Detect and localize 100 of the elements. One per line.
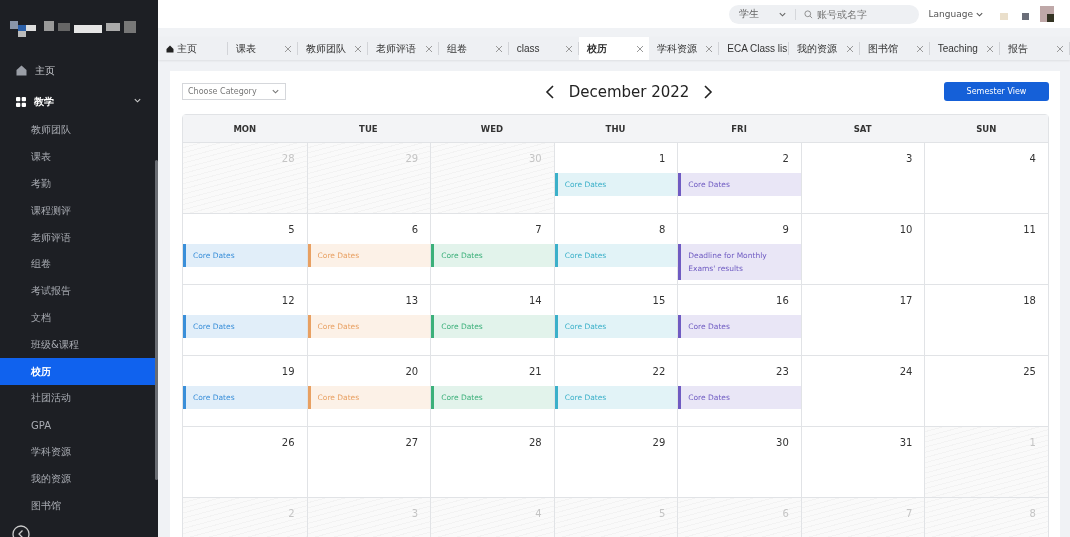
sidebar-item[interactable]: 课程测评: [0, 197, 158, 225]
day-number: 7: [535, 223, 543, 237]
day-number: 20: [405, 365, 420, 379]
search-icon: [803, 9, 813, 19]
day-number: 11: [1023, 223, 1037, 237]
close-icon[interactable]: [354, 44, 363, 53]
close-icon[interactable]: [705, 44, 714, 53]
close-icon[interactable]: [494, 44, 503, 53]
day-number: 23: [776, 365, 790, 379]
day-number: 31: [899, 436, 914, 450]
day-number: 21: [528, 365, 543, 379]
day-number: 13: [405, 294, 420, 308]
close-icon[interactable]: [985, 44, 994, 53]
home-icon: [166, 44, 174, 53]
sidebar-item[interactable]: 班级&课程: [0, 331, 158, 359]
chevron-down-icon: [271, 87, 280, 96]
day-number: 30: [776, 436, 790, 450]
day-number: 28: [528, 436, 543, 450]
day-number: 1: [658, 152, 667, 166]
day-number: 26: [281, 436, 296, 450]
tab[interactable]: 课表: [228, 42, 299, 55]
search-field[interactable]: 账号或名字: [795, 8, 919, 20]
tab[interactable]: Teaching: [929, 42, 1000, 55]
tab[interactable]: 我的资源: [789, 42, 860, 55]
day-number: 2: [782, 152, 790, 166]
close-icon[interactable]: [564, 44, 573, 53]
tab[interactable]: 报告: [999, 42, 1070, 55]
day-number: 6: [411, 223, 420, 237]
tab[interactable]: 老师评语: [368, 42, 439, 55]
weekday-header: WED: [479, 122, 505, 136]
sidebar-item[interactable]: 我的资源: [0, 465, 158, 493]
day-cell[interactable]: 3: [800, 143, 925, 213]
weekday-header: FRI: [730, 122, 748, 136]
close-icon[interactable]: [636, 44, 645, 53]
sidebar-item[interactable]: 老师评语: [0, 224, 158, 251]
sidebar-item[interactable]: 学科资源: [0, 438, 158, 466]
grid-icon: [16, 96, 26, 107]
day-number: 9: [782, 223, 790, 237]
day-cell[interactable]: 27: [306, 427, 431, 497]
day-cell[interactable]: 26: [183, 427, 307, 497]
day-number: 8: [658, 223, 667, 237]
day-cell[interactable]: 30: [677, 427, 801, 497]
weekday-header: SUN: [975, 122, 998, 136]
day-number: 18: [1023, 294, 1037, 308]
tab[interactable]: 学科资源: [649, 42, 720, 55]
semester-view-button[interactable]: Semester View: [944, 82, 1049, 101]
sidebar-item[interactable]: 考勤: [0, 170, 158, 198]
day-cell[interactable]: 29: [553, 427, 678, 497]
close-icon[interactable]: [845, 44, 854, 53]
close-icon[interactable]: [424, 44, 433, 53]
day-number: 22: [652, 365, 667, 379]
day-cell[interactable]: 17: [800, 285, 925, 355]
scrollbar[interactable]: [155, 160, 158, 480]
day-number: 25: [1023, 365, 1037, 379]
tab[interactable]: 校历: [578, 37, 650, 60]
sidebar-item[interactable]: 教师团队: [0, 117, 158, 144]
day-cell[interactable]: 18: [924, 285, 1048, 355]
tab[interactable]: 组卷: [438, 42, 509, 55]
sidebar-item[interactable]: 课表: [0, 143, 158, 171]
day-number: 10: [899, 223, 914, 237]
weekday-header: TUE: [358, 122, 379, 136]
day-cell[interactable]: 24: [800, 356, 925, 426]
close-icon[interactable]: [284, 44, 293, 53]
day-number: 16: [776, 294, 790, 308]
previous-month-icon[interactable]: [544, 84, 555, 99]
sidebar-item[interactable]: 校历: [0, 358, 158, 385]
day-cell[interactable]: 28: [430, 427, 554, 497]
sidebar-item[interactable]: GPA: [0, 411, 158, 439]
sidebar-item[interactable]: 社团活动: [0, 384, 158, 412]
category-select[interactable]: Choose Category: [182, 83, 286, 100]
month-title: December 2022: [568, 82, 690, 101]
next-month-icon[interactable]: [703, 84, 714, 99]
tab[interactable]: 图书馆: [859, 42, 930, 55]
role-select[interactable]: 学生: [728, 8, 796, 20]
close-icon[interactable]: [1056, 44, 1065, 53]
day-cell[interactable]: 11: [924, 214, 1048, 284]
tab[interactable]: ECA Class lis: [719, 42, 790, 55]
day-number: 27: [405, 436, 420, 450]
day-cell[interactable]: 25: [924, 356, 1048, 426]
day-number: 14: [528, 294, 543, 308]
sidebar-item[interactable]: 组卷: [0, 251, 158, 278]
tab[interactable]: 教师团队: [298, 42, 369, 55]
sidebar-group[interactable]: 教学: [0, 86, 158, 117]
day-number: 17: [899, 294, 914, 308]
day-cell[interactable]: 10: [800, 214, 925, 284]
day-number: 12: [281, 294, 296, 308]
close-icon[interactable]: [915, 44, 924, 53]
tab[interactable]: 主页: [158, 42, 229, 55]
day-number: 24: [899, 365, 914, 379]
sidebar-item[interactable]: 考试报告: [0, 277, 158, 305]
day-number: 15: [652, 294, 667, 308]
day-number: 29: [652, 436, 667, 450]
language-select[interactable]: Language: [928, 9, 984, 19]
weekday-header: THU: [604, 122, 627, 136]
day-cell[interactable]: 4: [924, 143, 1048, 213]
sidebar-item[interactable]: 文档: [0, 304, 158, 332]
sidebar-item[interactable]: 图书馆: [0, 492, 158, 519]
tab[interactable]: class: [508, 42, 579, 55]
weekday-header: SAT: [852, 122, 873, 136]
sidebar-item[interactable]: 主页: [0, 55, 158, 86]
